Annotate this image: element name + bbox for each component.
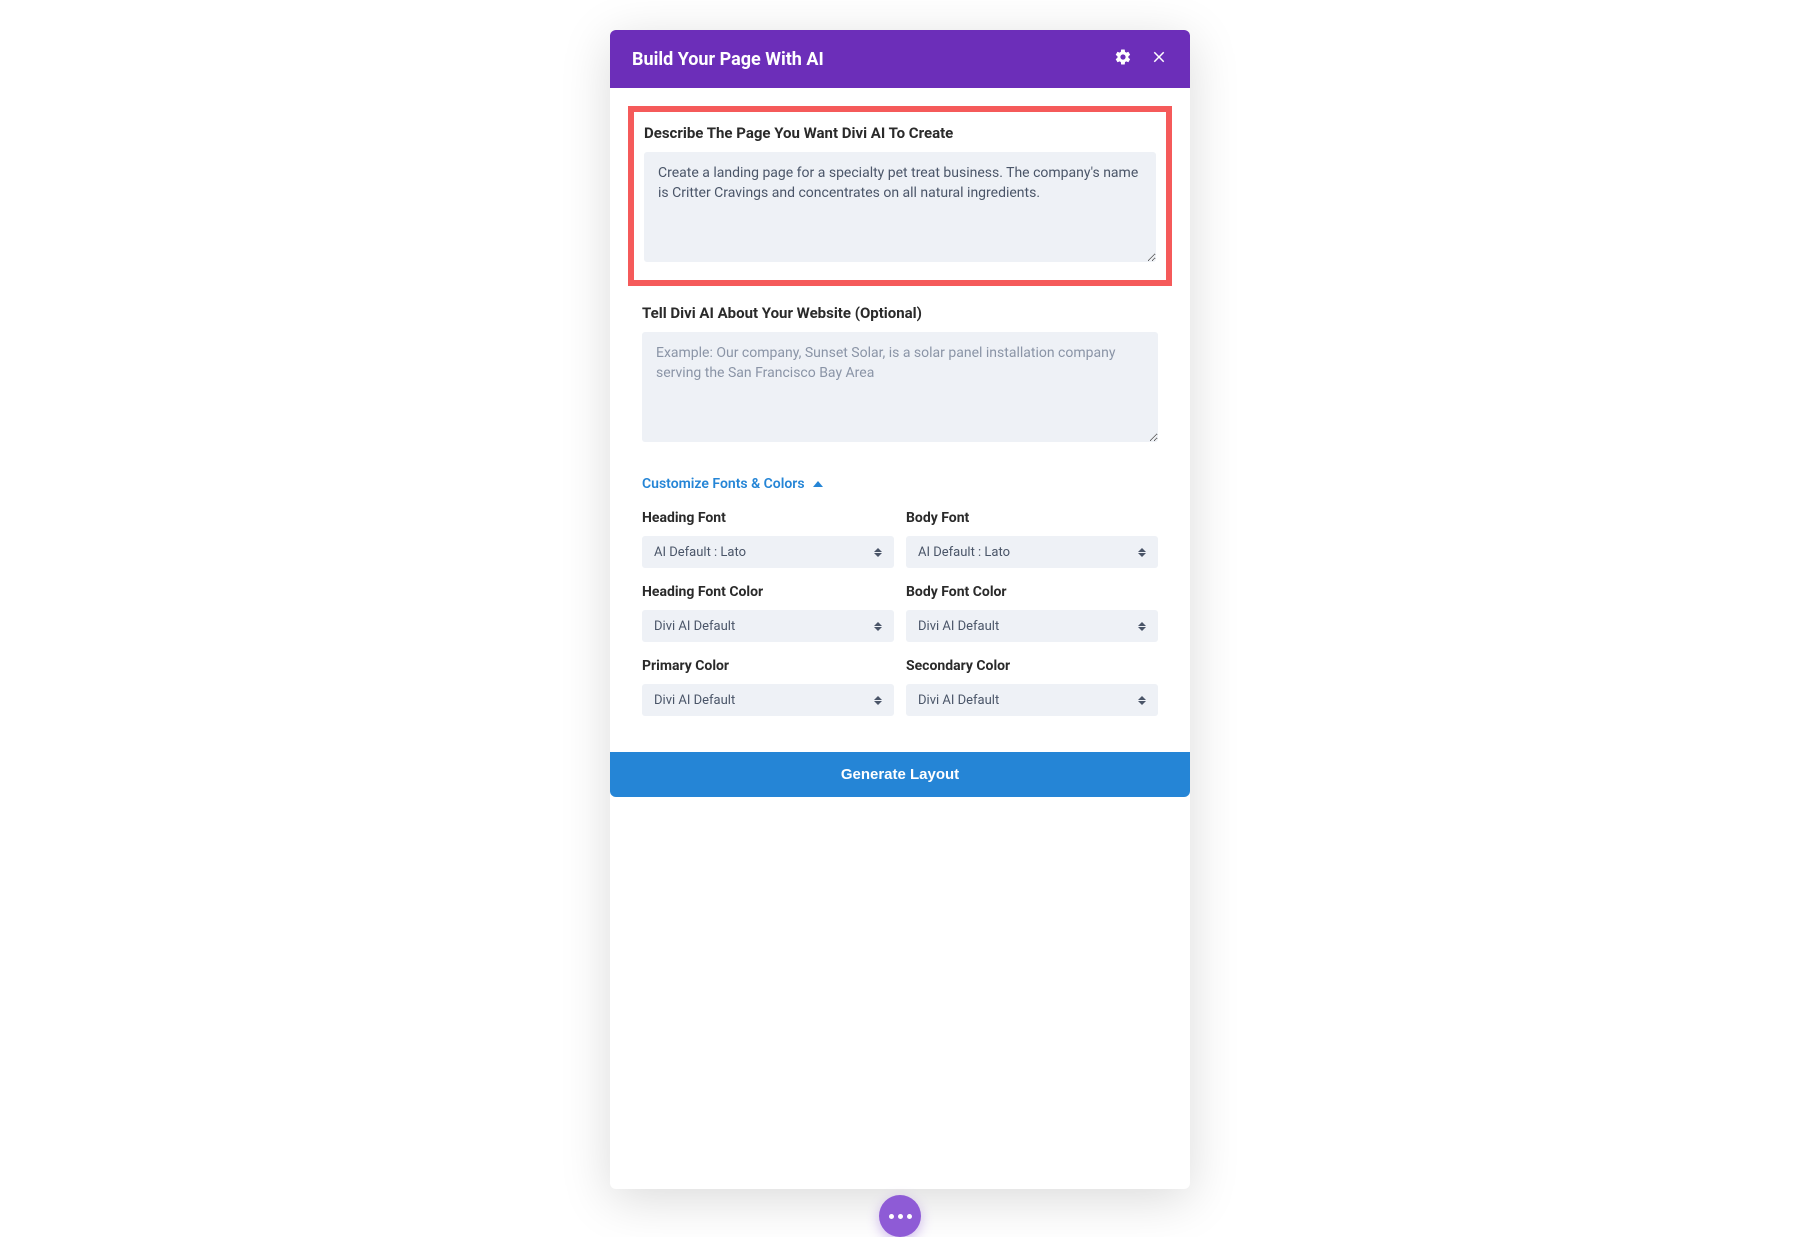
heading-font-color-select[interactable]: Divi AI Default	[642, 610, 894, 642]
gear-icon[interactable]	[1114, 48, 1132, 70]
font-color-grid: Heading Font AI Default : Lato Body Font…	[628, 510, 1172, 752]
body-font-color-select[interactable]: Divi AI Default	[906, 610, 1158, 642]
website-info-section: Tell Divi AI About Your Website (Optiona…	[628, 304, 1172, 446]
more-options-fab[interactable]	[879, 1195, 921, 1237]
heading-font-select[interactable]: AI Default : Lato	[642, 536, 894, 568]
body-font-color-label: Body Font Color	[906, 584, 1158, 600]
modal-title: Build Your Page With AI	[632, 49, 824, 70]
ai-modal: Build Your Page With AI Describe The Pag…	[610, 30, 1190, 1189]
heading-font-color-item: Heading Font Color Divi AI Default	[642, 584, 894, 642]
describe-label: Describe The Page You Want Divi AI To Cr…	[644, 124, 1156, 142]
body-font-color-value: Divi AI Default	[918, 619, 999, 634]
sort-icon	[874, 622, 882, 631]
secondary-color-value: Divi AI Default	[918, 693, 999, 708]
customize-toggle[interactable]: Customize Fonts & Colors	[642, 476, 1158, 492]
heading-font-value: AI Default : Lato	[654, 545, 746, 560]
website-info-textarea[interactable]	[642, 332, 1158, 442]
website-info-label: Tell Divi AI About Your Website (Optiona…	[642, 304, 1158, 322]
heading-font-color-value: Divi AI Default	[654, 619, 735, 634]
body-font-item: Body Font AI Default : Lato	[906, 510, 1158, 568]
primary-color-value: Divi AI Default	[654, 693, 735, 708]
body-font-select[interactable]: AI Default : Lato	[906, 536, 1158, 568]
describe-highlight: Describe The Page You Want Divi AI To Cr…	[628, 106, 1172, 286]
modal-body: Describe The Page You Want Divi AI To Cr…	[610, 88, 1190, 752]
primary-color-select[interactable]: Divi AI Default	[642, 684, 894, 716]
sort-icon	[1138, 622, 1146, 631]
generate-layout-button[interactable]: Generate Layout	[610, 752, 1190, 797]
secondary-color-label: Secondary Color	[906, 658, 1158, 674]
primary-color-label: Primary Color	[642, 658, 894, 674]
customize-toggle-label: Customize Fonts & Colors	[642, 476, 805, 492]
primary-color-item: Primary Color Divi AI Default	[642, 658, 894, 716]
header-icons	[1114, 48, 1168, 70]
triangle-up-icon	[813, 481, 823, 487]
modal-header: Build Your Page With AI	[610, 30, 1190, 88]
dots-icon	[889, 1214, 894, 1219]
describe-textarea[interactable]	[644, 152, 1156, 262]
heading-font-label: Heading Font	[642, 510, 894, 526]
body-font-color-item: Body Font Color Divi AI Default	[906, 584, 1158, 642]
close-icon[interactable]	[1150, 48, 1168, 70]
sort-icon	[874, 696, 882, 705]
sort-icon	[1138, 548, 1146, 557]
body-font-label: Body Font	[906, 510, 1158, 526]
secondary-color-item: Secondary Color Divi AI Default	[906, 658, 1158, 716]
body-font-value: AI Default : Lato	[918, 545, 1010, 560]
heading-font-color-label: Heading Font Color	[642, 584, 894, 600]
heading-font-item: Heading Font AI Default : Lato	[642, 510, 894, 568]
sort-icon	[874, 548, 882, 557]
secondary-color-select[interactable]: Divi AI Default	[906, 684, 1158, 716]
sort-icon	[1138, 696, 1146, 705]
